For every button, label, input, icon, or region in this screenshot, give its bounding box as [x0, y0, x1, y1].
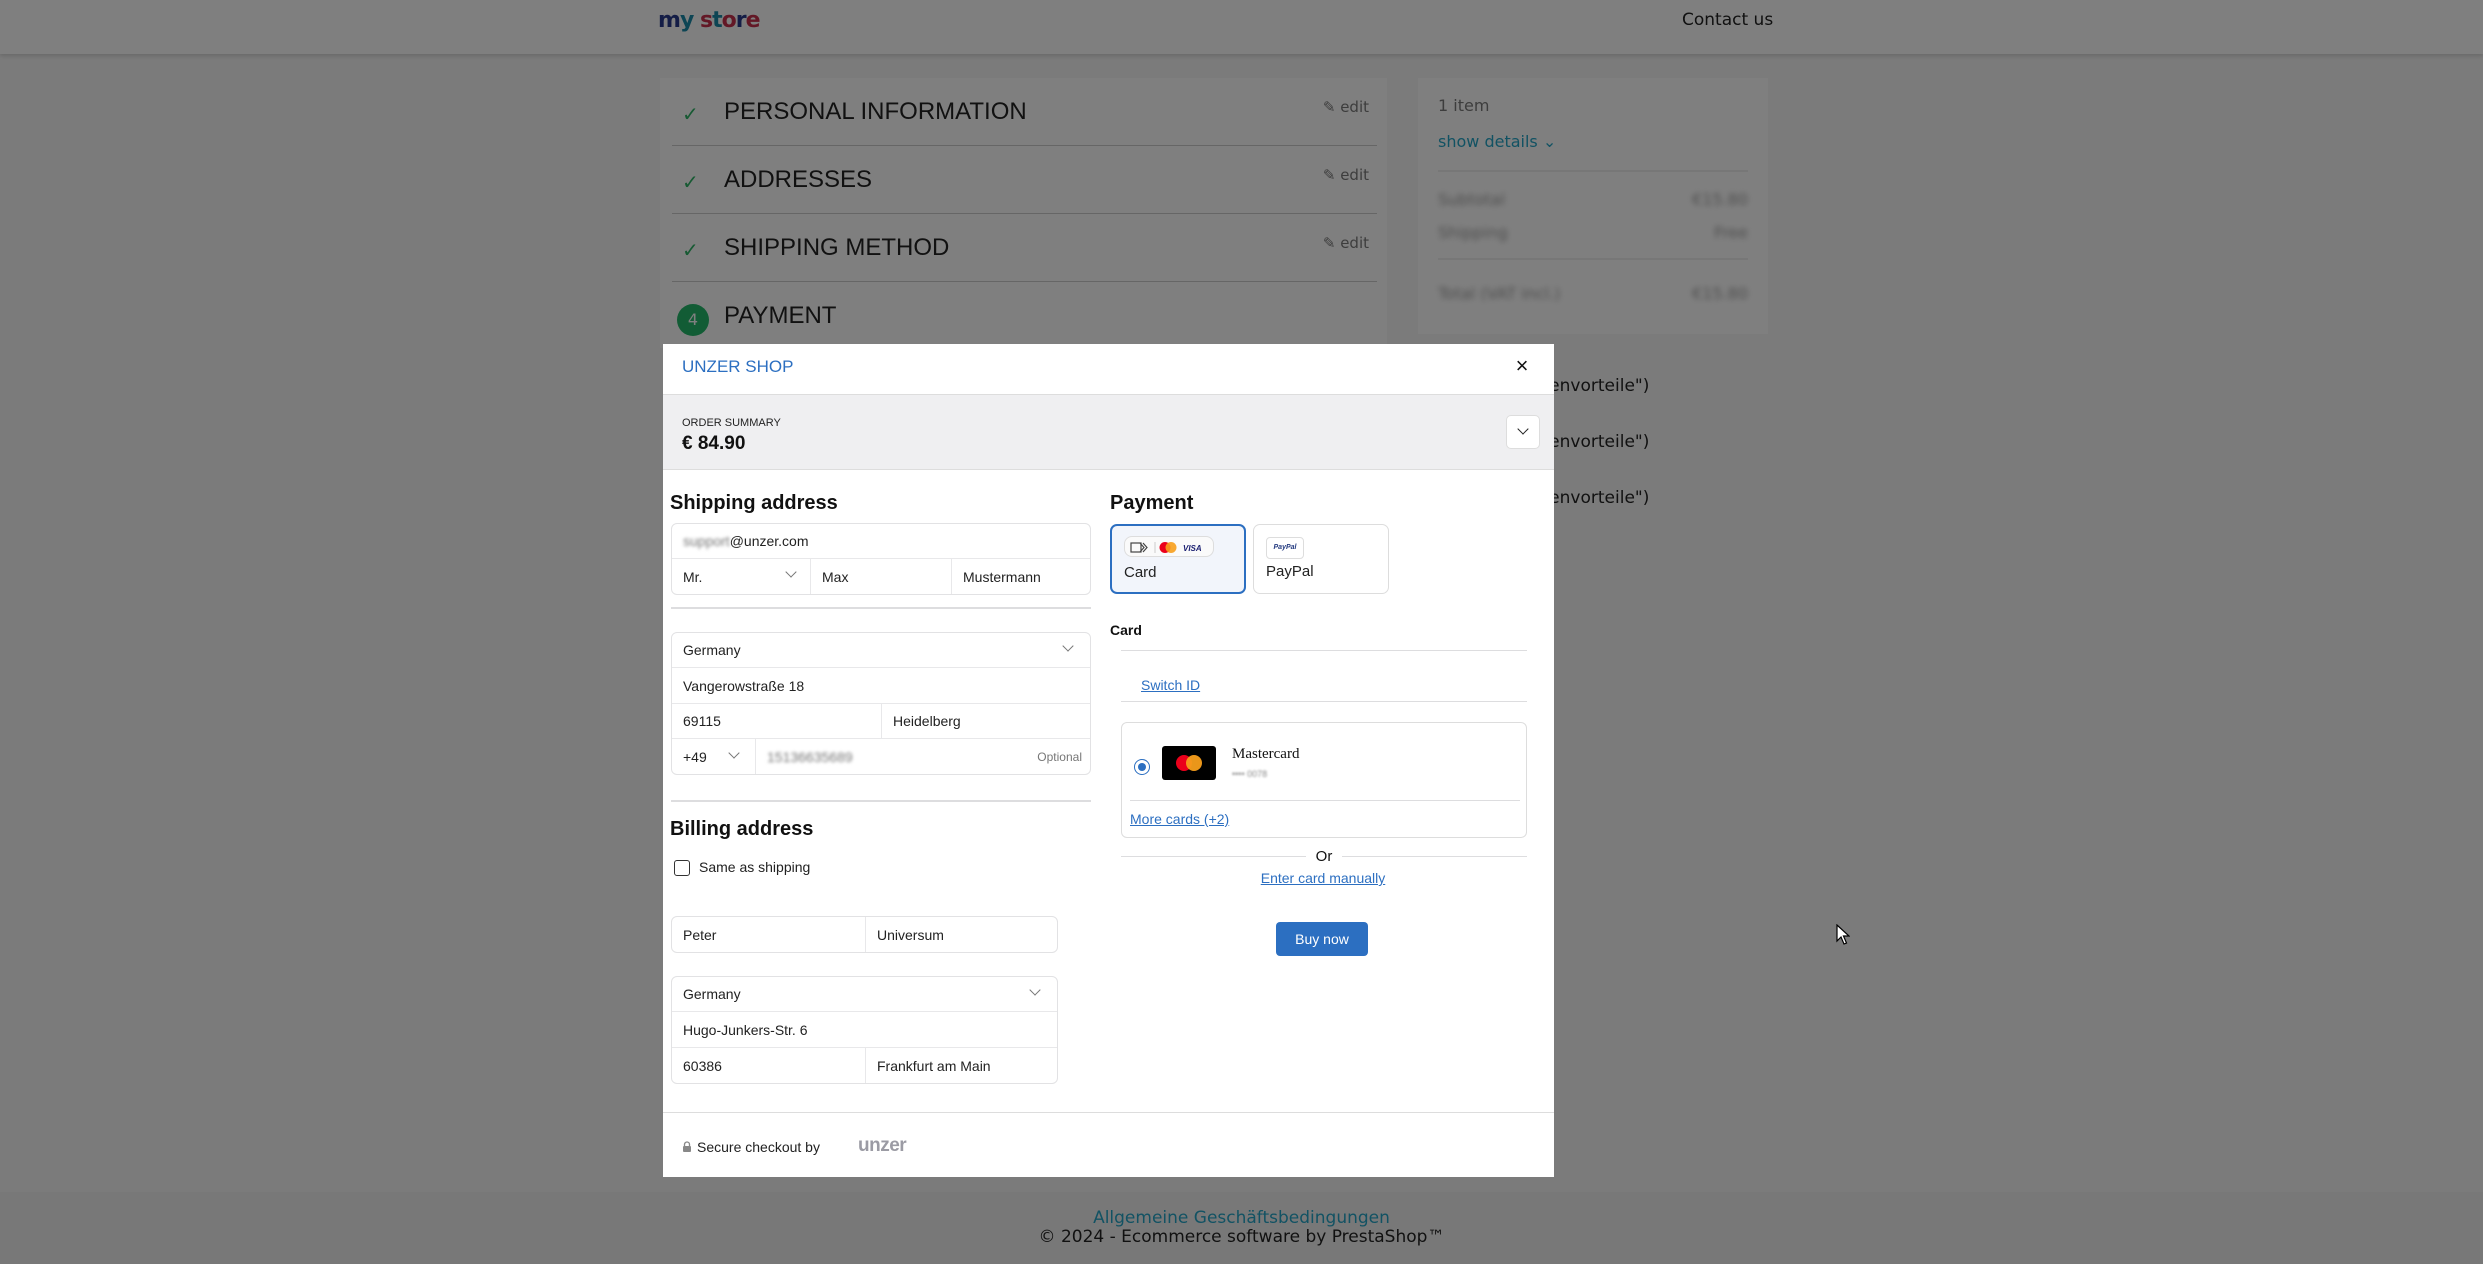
visa-icon: VISA [1183, 544, 1202, 553]
paypal-icon: PayPal [1266, 537, 1304, 559]
same-as-shipping-label[interactable]: Same as shipping [699, 859, 810, 875]
lock-icon [683, 1141, 691, 1152]
order-summary: ORDER SUMMARY € 84.90 [663, 395, 1554, 470]
mouse-cursor-icon [1836, 924, 1850, 945]
click-to-pay-icon [1130, 542, 1148, 553]
payment-heading: Payment [1110, 492, 1194, 514]
billing-last-name-field[interactable]: Universum [866, 917, 1057, 952]
order-summary-toggle[interactable] [1506, 415, 1540, 449]
mastercard-icon [1159, 542, 1177, 553]
billing-first-name-field[interactable]: Peter [672, 917, 866, 952]
payment-method-label: PayPal [1266, 563, 1314, 580]
secure-checkout-text: Secure checkout by [697, 1139, 820, 1155]
order-total: € 84.90 [682, 433, 746, 454]
shipping-address-fields: Germany Vangerowstraße 18 69115 Heidelbe… [671, 632, 1091, 775]
chevron-down-icon [785, 566, 797, 578]
or-separator: Or [1315, 848, 1333, 865]
contact-fields: support @unzer.com Mr. Max Mustermann [671, 523, 1091, 595]
chevron-down-icon [1062, 640, 1074, 652]
phone-prefix-select[interactable]: +49 [672, 739, 756, 774]
billing-heading: Billing address [670, 818, 814, 840]
chevron-down-icon [1517, 423, 1529, 435]
enter-card-manually-link[interactable]: Enter card manually [1113, 870, 1533, 886]
unzer-checkout-modal: UNZER SHOP × ORDER SUMMARY € 84.90 Shipp… [663, 344, 1554, 1177]
billing-address-fields: Germany Hugo-Junkers-Str. 6 60386 Frankf… [671, 976, 1058, 1084]
payment-method-card[interactable]: VISA Card [1110, 524, 1246, 594]
first-name-field[interactable]: Max [811, 559, 952, 594]
billing-city-field[interactable]: Frankfurt am Main [866, 1048, 1057, 1083]
same-as-shipping-checkbox[interactable] [674, 860, 690, 876]
card-brand-badges: VISA [1124, 536, 1214, 557]
salutation-select[interactable]: Mr. [672, 559, 811, 594]
billing-street-field[interactable]: Hugo-Junkers-Str. 6 [672, 1013, 1057, 1048]
saved-card-brand: Mastercard [1232, 746, 1300, 762]
billing-name-fields: Peter Universum [671, 916, 1058, 953]
divider [1342, 856, 1527, 857]
last-name-field[interactable]: Mustermann [952, 559, 1090, 594]
close-icon[interactable]: × [1508, 352, 1536, 380]
payment-method-label: Card [1124, 564, 1157, 581]
card-heading: Card [1110, 622, 1142, 638]
email-field[interactable]: support @unzer.com [672, 524, 1090, 559]
switch-id-link[interactable]: Switch ID [1141, 677, 1200, 693]
saved-cards-panel: Mastercard •••• 0078 More cards (+2) [1121, 722, 1527, 838]
zip-field[interactable]: 69115 [672, 704, 882, 739]
buy-now-button[interactable]: Buy now [1276, 922, 1368, 956]
more-cards-link[interactable]: More cards (+2) [1130, 811, 1229, 827]
city-field[interactable]: Heidelberg [882, 704, 1090, 739]
saved-card-radio[interactable] [1134, 759, 1150, 775]
order-summary-label: ORDER SUMMARY [682, 417, 781, 429]
phone-field[interactable]: 15136635689 Optional [756, 739, 1090, 774]
divider [1121, 856, 1306, 857]
divider [1121, 701, 1527, 702]
payment-method-paypal[interactable]: PayPal PayPal [1253, 524, 1389, 594]
chevron-down-icon [1029, 984, 1041, 996]
optional-label: Optional [1037, 749, 1082, 764]
mastercard-icon [1162, 746, 1216, 780]
shop-name: UNZER SHOP [682, 357, 794, 376]
chevron-down-icon [728, 747, 740, 759]
street-field[interactable]: Vangerowstraße 18 [672, 669, 1090, 704]
divider [671, 800, 1091, 802]
country-select[interactable]: Germany [672, 633, 1090, 668]
billing-zip-field[interactable]: 60386 [672, 1048, 866, 1083]
divider [1130, 800, 1520, 801]
shipping-heading: Shipping address [670, 492, 838, 514]
modal-footer: Secure checkout by unzer [663, 1112, 1554, 1177]
modal-header: UNZER SHOP × [663, 344, 1554, 395]
billing-country-select[interactable]: Germany [672, 977, 1057, 1012]
unzer-logo: unzer [858, 1135, 907, 1156]
divider [671, 607, 1091, 609]
saved-card-number: •••• 0078 [1232, 769, 1268, 779]
divider [1121, 650, 1527, 651]
